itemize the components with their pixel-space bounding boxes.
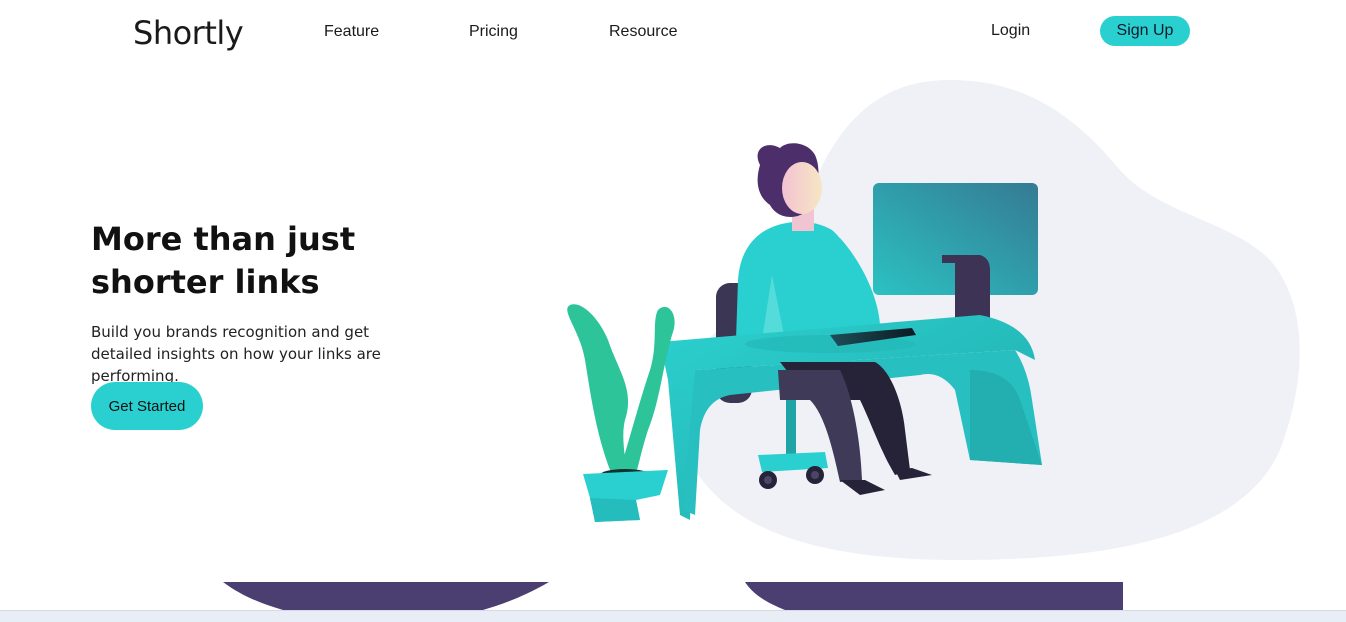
nav-link-pricing[interactable]: Pricing <box>469 23 518 41</box>
feature-card-decoration-left <box>223 582 549 610</box>
plant-leaves <box>567 304 629 475</box>
top-navigation: Shortly Feature Pricing Resource Login S… <box>0 0 1346 64</box>
logo[interactable]: Shortly <box>133 14 244 52</box>
person-face <box>782 162 822 214</box>
nav-link-feature[interactable]: Feature <box>324 23 379 41</box>
get-started-button[interactable]: Get Started <box>91 382 203 430</box>
login-link[interactable]: Login <box>991 22 1030 40</box>
person-working-at-desk-icon <box>567 80 1300 560</box>
hero-subtitle: Build you brands recognition and get det… <box>91 323 381 385</box>
nav-link-resource[interactable]: Resource <box>609 23 677 41</box>
sign-up-button[interactable]: Sign Up <box>1100 16 1190 46</box>
hero-title: More than just shorter links <box>91 220 356 301</box>
feature-card-decoration-right <box>745 582 1123 610</box>
taskbar <box>0 610 1346 622</box>
